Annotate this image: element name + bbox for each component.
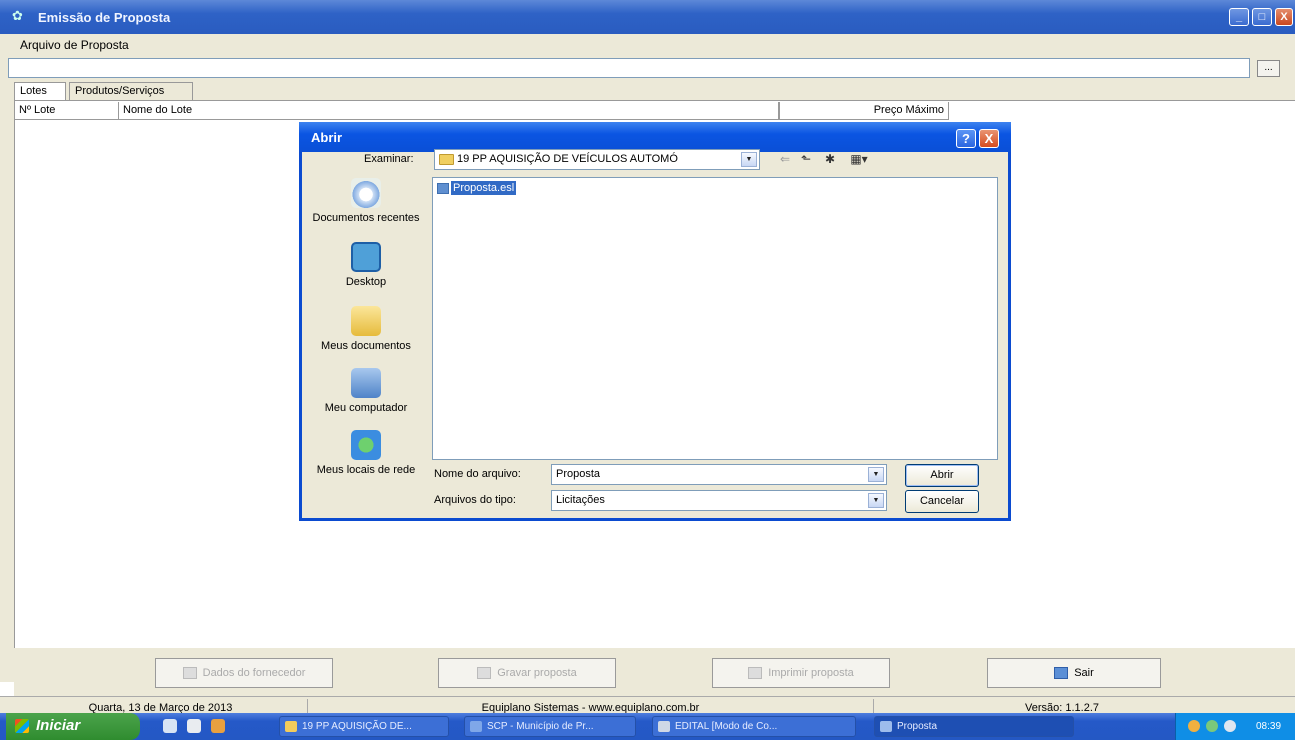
place-label: Documentos recentes: [312, 212, 420, 224]
supplier-icon: [182, 667, 197, 680]
tray-network-icon[interactable]: [1206, 720, 1218, 732]
cancel-button[interactable]: Cancelar: [905, 490, 979, 513]
taskbar-item-edital[interactable]: EDITAL [Modo de Co...: [652, 716, 856, 737]
folder-icon: [439, 154, 454, 165]
folder-icon: [285, 721, 297, 732]
taskbar-item-label: Proposta: [897, 721, 938, 732]
print-proposal-button[interactable]: Imprimir proposta: [712, 658, 890, 688]
save-proposal-button[interactable]: Gravar proposta: [438, 658, 616, 688]
new-folder-icon[interactable]: ✱: [822, 152, 838, 168]
print-proposal-label: Imprimir proposta: [768, 667, 854, 679]
start-button[interactable]: Iniciar: [6, 713, 140, 740]
proposal-file-label: Arquivo de Proposta: [20, 38, 129, 52]
close-button[interactable]: X: [1275, 8, 1293, 26]
column-header-lot-number[interactable]: Nº Lote: [15, 102, 119, 120]
tab-produtos-servicos[interactable]: Produtos/Serviços: [69, 82, 193, 100]
exit-icon: [1054, 667, 1069, 680]
taskbar-item-label: SCP - Município de Pr...: [487, 721, 594, 732]
place-label: Meus locais de rede: [316, 464, 416, 476]
dialog-titlebar[interactable]: Abrir ? X: [299, 122, 1011, 152]
main-window-title: Emissão de Proposta: [38, 10, 171, 25]
place-label: Meus documentos: [321, 340, 411, 352]
taskbar-item-scp[interactable]: SCP - Município de Pr...: [464, 716, 636, 737]
save-proposal-label: Gravar proposta: [497, 667, 577, 679]
minimize-button[interactable]: _: [1229, 8, 1249, 26]
taskbar-item-folder[interactable]: 19 PP AQUISIÇÃO DE...: [279, 716, 449, 737]
place-desktop[interactable]: Desktop: [312, 242, 420, 288]
file-type-select[interactable]: Licitações ▼: [551, 490, 887, 511]
column-header-lot-name[interactable]: Nome do Lote: [119, 102, 779, 120]
document-icon: [658, 721, 670, 732]
network-places-icon: [351, 430, 381, 460]
exit-label: Sair: [1074, 667, 1094, 679]
place-my-computer[interactable]: Meu computador: [312, 368, 420, 414]
view-menu-icon[interactable]: ▦▾: [848, 152, 870, 168]
tab-lotes[interactable]: Lotes: [14, 82, 66, 100]
taskbar: Iniciar 19 PP AQUISIÇÃO DE... SCP - Muni…: [0, 713, 1295, 740]
supplier-data-label: Dados do fornecedor: [202, 667, 306, 679]
app-icon: [880, 721, 892, 732]
my-documents-icon: [351, 306, 381, 336]
app-window-icon: [470, 721, 482, 732]
file-name-label: Nome do arquivo:: [434, 468, 521, 480]
dialog-close-button[interactable]: X: [979, 129, 999, 148]
file-list[interactable]: Proposta.esl: [432, 177, 998, 460]
place-my-network[interactable]: Meus locais de rede: [312, 430, 420, 476]
supplier-data-button[interactable]: Dados do fornecedor: [155, 658, 333, 688]
place-label: Meu computador: [324, 402, 408, 414]
quicklaunch-desktop-icon[interactable]: [163, 719, 177, 733]
list-item[interactable]: Proposta.esl: [437, 181, 517, 195]
print-icon: [748, 667, 763, 680]
windows-logo-icon: [15, 719, 29, 733]
look-in-select[interactable]: 19 PP AQUISIÇÃO DE VEÍCULOS AUTOMÓ ▼: [434, 149, 760, 170]
tray-security-icon[interactable]: [1188, 720, 1200, 732]
chevron-down-icon[interactable]: ▼: [868, 467, 884, 482]
dialog-title: Abrir: [311, 130, 343, 145]
file-icon: [437, 182, 449, 194]
browse-button[interactable]: ...: [1257, 60, 1280, 77]
folder-up-icon[interactable]: ⬑: [798, 152, 814, 168]
taskbar-item-label: 19 PP AQUISIÇÃO DE...: [302, 721, 412, 732]
button-bar: Dados do fornecedor Gravar proposta Impr…: [14, 648, 1295, 696]
start-label: Iniciar: [36, 717, 81, 734]
taskbar-item-label: EDITAL [Modo de Co...: [675, 721, 778, 732]
help-button[interactable]: ?: [956, 129, 976, 148]
look-in-label: Examinar:: [364, 153, 414, 165]
file-name-input[interactable]: Proposta ▼: [551, 464, 887, 485]
column-header-max-price[interactable]: Preço Máximo: [779, 102, 949, 120]
open-button[interactable]: Abrir: [905, 464, 979, 487]
recent-documents-icon: [351, 178, 381, 208]
file-name: Proposta.esl: [451, 181, 517, 195]
system-tray: 08:39: [1175, 713, 1295, 740]
taskbar-item-proposta[interactable]: Proposta: [874, 716, 1074, 737]
save-icon: [477, 667, 492, 680]
file-type-label: Arquivos do tipo:: [434, 494, 516, 506]
desktop-icon: [351, 242, 381, 272]
tray-volume-icon[interactable]: [1224, 720, 1236, 732]
look-in-value: 19 PP AQUISIÇÃO DE VEÍCULOS AUTOMÓ: [457, 153, 678, 165]
place-my-documents[interactable]: Meus documentos: [312, 306, 420, 352]
chevron-down-icon[interactable]: ▼: [868, 493, 884, 508]
maximize-button[interactable]: □: [1252, 8, 1272, 26]
places-bar: Documentos recentes Desktop Meus documen…: [312, 170, 422, 488]
main-window-titlebar[interactable]: ✿ Emissão de Proposta _ □ X: [0, 0, 1295, 34]
clock[interactable]: 08:39: [1256, 713, 1281, 740]
file-name-value: Proposta: [556, 468, 601, 480]
back-arrow-icon[interactable]: ⇐: [778, 152, 792, 168]
proposal-file-input[interactable]: [8, 58, 1250, 78]
quicklaunch-browser-icon[interactable]: [187, 719, 201, 733]
chevron-down-icon[interactable]: ▼: [741, 152, 757, 167]
place-recent-documents[interactable]: Documentos recentes: [312, 178, 420, 224]
my-computer-icon: [351, 368, 381, 398]
exit-button[interactable]: Sair: [987, 658, 1161, 688]
place-label: Desktop: [345, 276, 387, 288]
open-dialog: Abrir ? X Examinar: 19 PP AQUISIÇÃO DE V…: [299, 122, 1011, 521]
quicklaunch-media-icon[interactable]: [211, 719, 225, 733]
app-icon: ✿: [12, 8, 23, 23]
file-type-value: Licitações: [556, 494, 605, 506]
